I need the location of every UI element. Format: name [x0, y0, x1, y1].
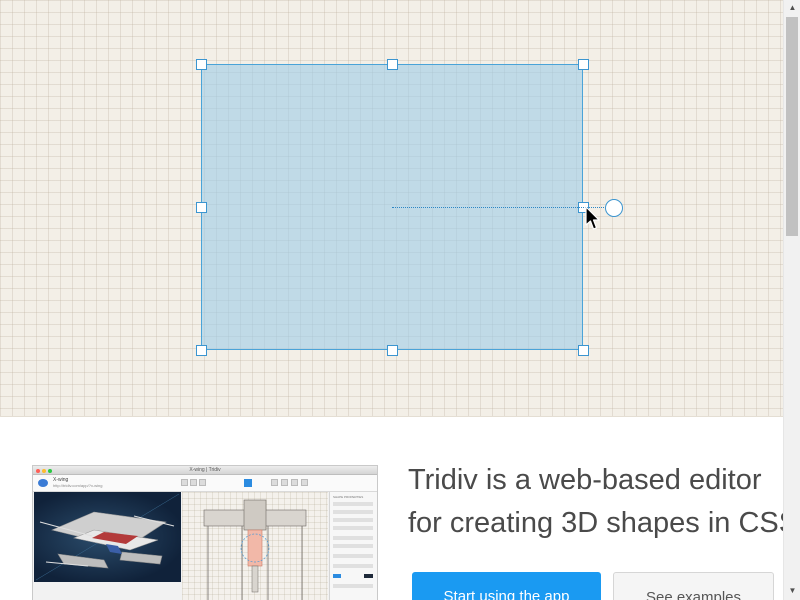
preview-panel-row: [333, 536, 373, 540]
preview-panel-row: [333, 584, 373, 588]
hero-headline-line-1: Tridiv is a web-based editor: [408, 464, 762, 496]
preview-tool-icon: [199, 479, 206, 486]
page: X-wing | Tridiv X-wing http://tridiv.com…: [0, 0, 783, 600]
preview-front-viewport: [182, 492, 328, 600]
preview-cube-icon: [271, 479, 278, 486]
landing-section: X-wing | Tridiv X-wing http://tridiv.com…: [0, 417, 783, 600]
resize-handle-bottom-middle[interactable]: [387, 345, 398, 356]
resize-handle-top-right[interactable]: [578, 59, 589, 70]
start-using-app-button[interactable]: Start using the app: [412, 572, 601, 600]
preview-toolbar: X-wing http://tridiv.com/app/?x-wing: [33, 475, 377, 492]
preview-properties-panel: SHAPE PROPERTIES: [329, 492, 377, 600]
preview-tool-icon: [181, 479, 188, 486]
resize-handle-top-middle[interactable]: [387, 59, 398, 70]
preview-panel-heading: SHAPE PROPERTIES: [333, 495, 364, 499]
resize-handle-bottom-right[interactable]: [578, 345, 589, 356]
vertical-scrollbar[interactable]: ▲ ▼: [783, 0, 800, 600]
preview-add-icon: [244, 479, 252, 487]
preview-color-swatch: [364, 574, 373, 578]
preview-panel-row: [333, 564, 373, 568]
preview-panel-row: [333, 502, 373, 506]
tridiv-logo-icon: [38, 479, 48, 487]
preview-color-swatch: [333, 574, 341, 578]
preview-panel-row: [333, 518, 373, 522]
hero-headline-line-2: for creating 3D shapes in CSS: [408, 507, 783, 539]
preview-3d-viewport: [34, 492, 181, 582]
arrow-pointer-icon: [585, 206, 600, 230]
preview-cylinder-icon: [281, 479, 288, 486]
preview-app-url: http://tridiv.com/app/?x-wing: [53, 483, 103, 488]
scroll-down-arrow-icon[interactable]: ▼: [787, 584, 798, 598]
resize-handle-top-left[interactable]: [196, 59, 207, 70]
rotation-handle[interactable]: [605, 199, 623, 217]
preview-panel-row: [333, 554, 373, 558]
preview-pyramid-icon: [301, 479, 308, 486]
xwing-front-view-icon: [203, 499, 307, 600]
editor-canvas[interactable]: [0, 0, 783, 417]
preview-window-title: X-wing | Tridiv: [189, 467, 221, 473]
preview-panel-row: [333, 544, 373, 548]
preview-tool-icon: [190, 479, 197, 486]
rotation-guide-line: [392, 207, 604, 208]
xwing-3d-render-icon: [35, 493, 180, 581]
preview-window-titlebar: X-wing | Tridiv: [33, 466, 377, 475]
scrollbar-thumb[interactable]: [786, 17, 798, 236]
scroll-up-arrow-icon[interactable]: ▲: [787, 1, 798, 15]
hero-headline: Tridiv is a web-based editor for creatin…: [408, 459, 783, 545]
resize-handle-middle-left[interactable]: [196, 202, 207, 213]
preview-panel-row: [333, 526, 373, 530]
app-preview-screenshot: X-wing | Tridiv X-wing http://tridiv.com…: [32, 465, 378, 600]
resize-handle-bottom-left[interactable]: [196, 345, 207, 356]
preview-panel-row: [333, 510, 373, 514]
see-examples-button[interactable]: See examples: [613, 572, 774, 600]
preview-prism-icon: [291, 479, 298, 486]
